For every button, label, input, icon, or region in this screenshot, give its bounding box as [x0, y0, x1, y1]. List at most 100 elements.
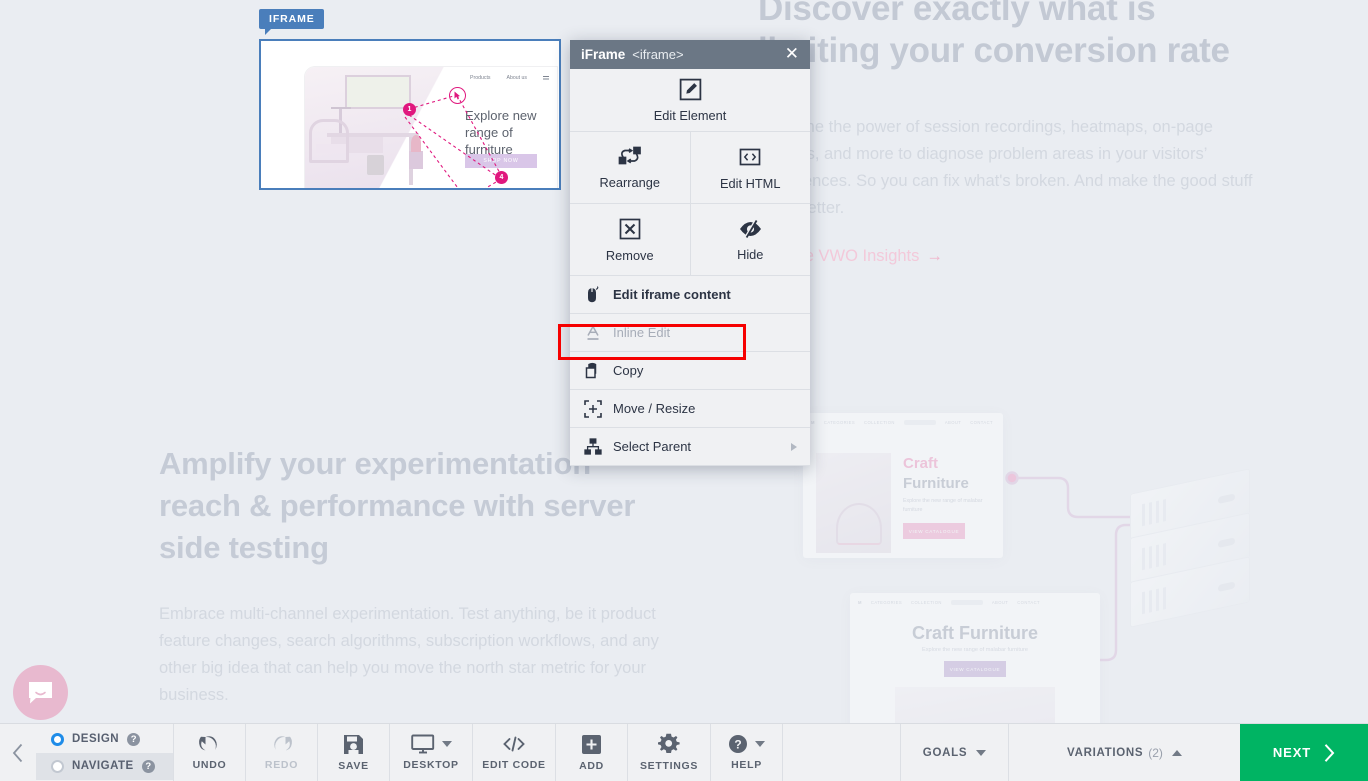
toolbar-goals-menu[interactable]: GOALS	[900, 724, 1008, 781]
mock-title: Craft Furniture	[912, 623, 1038, 643]
toolbar-button-undo[interactable]: UNDO	[173, 724, 245, 781]
menu-action-edit-html[interactable]: Edit HTML	[689, 132, 811, 203]
thumbnail-photo	[305, 67, 457, 188]
toolbar-variations-menu[interactable]: VARIATIONS (2)	[1008, 724, 1240, 781]
mock-title-line1: Craft	[903, 455, 939, 472]
mock-card-two-nav: M CATEGORIES COLLECTION ABOUT CONTACT	[850, 593, 1100, 612]
menu-action-edit-element[interactable]: Edit Element	[570, 69, 810, 132]
context-menu-header: iFrame <iframe> ✕	[570, 40, 810, 69]
hero-lower-body: Embrace multi-channel experimentation. T…	[159, 605, 659, 704]
eye-slash-icon	[738, 218, 763, 240]
hamburger-icon	[543, 75, 549, 81]
thumbnail-cta-button: SHOP NOW	[465, 154, 537, 168]
mock-nav-item: CONTACT	[1017, 600, 1040, 605]
menu-label: Edit iframe content	[613, 287, 731, 302]
toolbar-button-edit-code[interactable]: EDIT CODE	[472, 724, 555, 781]
toolbar-label: SETTINGS	[639, 760, 699, 772]
hero-heading: Discover exactly what is limiting your c…	[758, 0, 1230, 70]
thumbnail-heading-line2: range of furniture	[465, 125, 513, 157]
pencil-square-icon	[678, 77, 703, 102]
chevron-right-icon	[1323, 743, 1335, 763]
chevron-left-icon	[12, 743, 24, 763]
iframe-thumbnail: Products About us Explore new range of f…	[261, 41, 559, 188]
radio-unselected-icon	[51, 759, 64, 773]
menu-item-copy[interactable]: Copy	[570, 352, 810, 390]
code-brackets-icon	[502, 734, 526, 754]
selected-iframe-element[interactable]: Products About us Explore new range of f…	[259, 39, 561, 190]
mock-card-one-nav: M CATEGORIES COLLECTION ABOUT CONTACT	[803, 413, 1003, 432]
menu-grid-row-1: Rearrange Edit HTML	[570, 132, 810, 204]
toolbar-label: REDO	[264, 759, 299, 771]
toolbar-label: HELP	[731, 759, 762, 771]
mock-cta-button: VIEW CATALOGUE	[944, 661, 1006, 677]
menu-label: Select Parent	[613, 439, 692, 454]
mode-label: DESIGN	[72, 733, 120, 745]
mock-nav-placeholder	[903, 420, 936, 425]
menu-item-inline-edit: Inline Edit	[570, 314, 810, 352]
toolbar-label: ADD	[579, 759, 604, 772]
copy-icon	[583, 362, 602, 380]
question-circle-icon[interactable]: ?	[127, 732, 141, 746]
collapse-toolbar-button[interactable]	[0, 724, 36, 781]
editor-mode-selector: DESIGN ? NAVIGATE ?	[36, 724, 173, 781]
chevron-down-icon	[976, 749, 987, 756]
session-marker: 1	[403, 103, 416, 116]
mode-design[interactable]: DESIGN ?	[36, 726, 173, 753]
toolbar-button-desktop[interactable]: DESKTOP	[389, 724, 472, 781]
menu-item-move-resize[interactable]: Move / Resize	[570, 390, 810, 428]
close-icon[interactable]: ✕	[783, 45, 801, 64]
thumbnail-nav: Products About us	[470, 75, 549, 81]
context-menu-tag: <iframe>	[632, 47, 684, 62]
mock-logo: M	[858, 600, 862, 605]
mock-logo: M	[811, 420, 815, 425]
next-button[interactable]: NEXT	[1240, 724, 1368, 781]
mock-nav-item: CATEGORIES	[823, 420, 856, 425]
question-circle-icon[interactable]: ?	[141, 759, 155, 773]
menu-action-rearrange[interactable]: Rearrange	[570, 132, 690, 203]
element-type-badge: IFRAME	[259, 9, 324, 35]
menu-label: Edit Element	[653, 108, 727, 123]
variations-label: VARIATIONS	[1067, 746, 1144, 759]
context-menu-title: iFrame	[581, 47, 626, 62]
mock-title-line2: Furniture	[903, 475, 969, 492]
menu-action-remove[interactable]: Remove	[570, 204, 690, 275]
chevron-down-icon	[755, 741, 765, 747]
mode-navigate[interactable]: NAVIGATE ?	[36, 752, 173, 780]
intercom-launcher-button[interactable]	[13, 665, 68, 720]
plus-square-icon	[581, 734, 602, 755]
svg-text:?: ?	[734, 737, 741, 751]
menu-item-edit-iframe-content[interactable]: Edit iframe content	[570, 276, 810, 314]
session-cursor-icon	[449, 87, 466, 104]
menu-item-select-parent[interactable]: Select Parent	[570, 428, 810, 466]
gear-icon	[658, 733, 680, 755]
menu-grid-row-2: Remove Hide	[570, 204, 810, 276]
hero-body: Combine the power of session recordings,…	[758, 118, 1253, 217]
toolbar-button-add[interactable]: ADD	[555, 724, 627, 781]
element-context-menu: iFrame <iframe> ✕ Edit Element Rearrange…	[558, 40, 810, 466]
menu-label: Inline Edit	[613, 325, 671, 340]
toolbar-button-save[interactable]: SAVE	[317, 724, 389, 781]
hero-section-server-side: Amplify your experimentation reach & per…	[159, 443, 659, 709]
rearrange-icon	[618, 146, 642, 168]
mode-label: NAVIGATE	[72, 760, 134, 772]
toolbar-button-redo: REDO	[245, 724, 317, 781]
thumbnail-heading: Explore new range of furniture	[465, 107, 557, 158]
menu-label: Edit HTML	[720, 175, 781, 191]
toolbar-spacer	[782, 724, 900, 781]
mock-nav-item: ABOUT	[991, 600, 1009, 605]
question-circle-icon: ?	[728, 734, 748, 754]
goals-label: GOALS	[922, 746, 968, 759]
menu-action-hide[interactable]: Hide	[689, 204, 811, 275]
menu-label: Hide	[737, 246, 764, 262]
mock-subtitle: Explore the new range of malabar furnitu…	[921, 647, 1029, 653]
chevron-up-icon	[1171, 749, 1182, 756]
x-square-icon	[618, 217, 642, 241]
session-marker: 4	[495, 171, 508, 184]
chat-bubble-icon	[27, 679, 54, 706]
toolbar-button-settings[interactable]: SETTINGS	[627, 724, 710, 781]
thumbnail-nav-item: Products	[470, 75, 491, 81]
mock-nav-item: COLLECTION	[911, 600, 942, 605]
code-brackets-icon	[738, 145, 762, 169]
toolbar-button-help[interactable]: ? HELP	[710, 724, 782, 781]
menu-label: Move / Resize	[613, 401, 696, 416]
